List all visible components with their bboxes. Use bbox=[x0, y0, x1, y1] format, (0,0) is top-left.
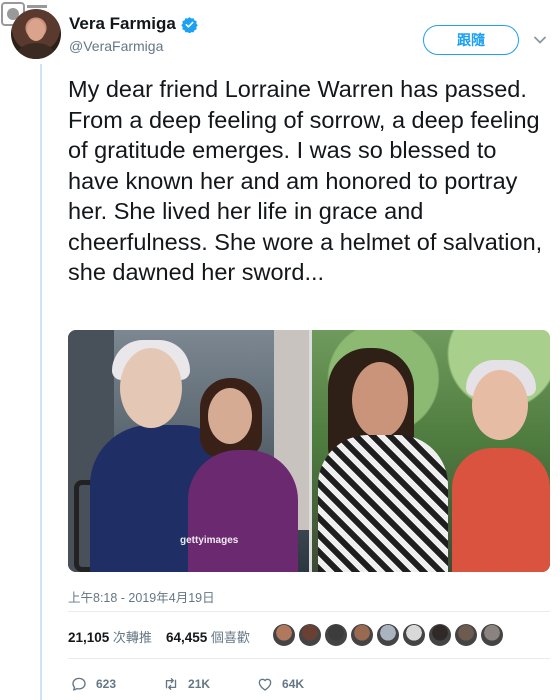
likes-label: 個喜歡 bbox=[210, 630, 250, 645]
reply-icon bbox=[72, 677, 86, 691]
photo-woman-face bbox=[352, 362, 408, 438]
follow-button[interactable]: 跟隨 bbox=[423, 25, 519, 55]
photo-credit-watermark: gettyimages bbox=[180, 535, 239, 546]
liker-avatar[interactable] bbox=[455, 624, 477, 646]
heart-icon bbox=[258, 678, 272, 691]
verified-badge-icon bbox=[181, 16, 198, 33]
author-handle[interactable]: @VeraFarmiga bbox=[69, 38, 163, 54]
photo-elderly-woman-body bbox=[452, 448, 550, 572]
like-count: 64K bbox=[282, 677, 305, 691]
thread-line bbox=[40, 64, 42, 700]
liker-avatar[interactable] bbox=[377, 624, 399, 646]
photo-elderly-woman-head bbox=[120, 348, 182, 428]
liker-avatar[interactable] bbox=[325, 624, 347, 646]
liker-avatar[interactable] bbox=[273, 624, 295, 646]
retweet-count: 21K bbox=[188, 677, 211, 691]
retweets-count: 21,105 bbox=[68, 630, 110, 645]
liker-avatar[interactable] bbox=[351, 624, 373, 646]
engagement-stats: 21,105 次轉推 64,455 個喜歡 bbox=[68, 627, 250, 646]
retweet-icon bbox=[165, 678, 177, 690]
tweet-text: My dear friend Lorraine Warren has passe… bbox=[68, 76, 543, 285]
retweet-button[interactable]: 21K bbox=[162, 675, 210, 693]
liker-avatar[interactable] bbox=[429, 624, 451, 646]
avatar-face bbox=[27, 19, 45, 41]
divider bbox=[68, 658, 550, 659]
liker-avatar[interactable] bbox=[481, 624, 503, 646]
likes-count: 64,455 bbox=[165, 630, 208, 645]
retweets-label: 次轉推 bbox=[112, 630, 152, 645]
avatar-shoulder bbox=[17, 43, 55, 59]
reply-count: 623 bbox=[96, 677, 117, 691]
photo-woman-head bbox=[208, 388, 252, 444]
photo-woman-body bbox=[188, 450, 298, 572]
tweet-timestamp[interactable]: 上午8:18 - 2019年4月19日 bbox=[68, 587, 215, 606]
like-button[interactable]: 64K bbox=[256, 675, 304, 693]
author-name-row: Vera Farmiga bbox=[69, 14, 198, 34]
media-photo-right[interactable] bbox=[312, 330, 550, 572]
retweets-stat[interactable]: 21,105 次轉推 bbox=[68, 627, 152, 646]
likes-stat[interactable]: 64,455 個喜歡 bbox=[166, 627, 250, 646]
media-grid: gettyimages bbox=[68, 330, 550, 572]
liker-avatar[interactable] bbox=[299, 624, 321, 646]
reply-button[interactable]: 623 bbox=[70, 675, 116, 693]
avatar[interactable] bbox=[11, 9, 61, 59]
chevron-down-icon[interactable] bbox=[532, 32, 548, 48]
liker-avatars bbox=[273, 624, 503, 646]
tweet-actions: 623 21K 64K bbox=[70, 675, 350, 693]
display-name[interactable]: Vera Farmiga bbox=[69, 14, 176, 34]
photo-checked-scarf bbox=[318, 435, 448, 572]
liker-avatar[interactable] bbox=[403, 624, 425, 646]
divider bbox=[68, 611, 550, 612]
photo-elderly-woman-face bbox=[472, 370, 528, 440]
media-photo-left[interactable]: gettyimages bbox=[68, 330, 309, 572]
